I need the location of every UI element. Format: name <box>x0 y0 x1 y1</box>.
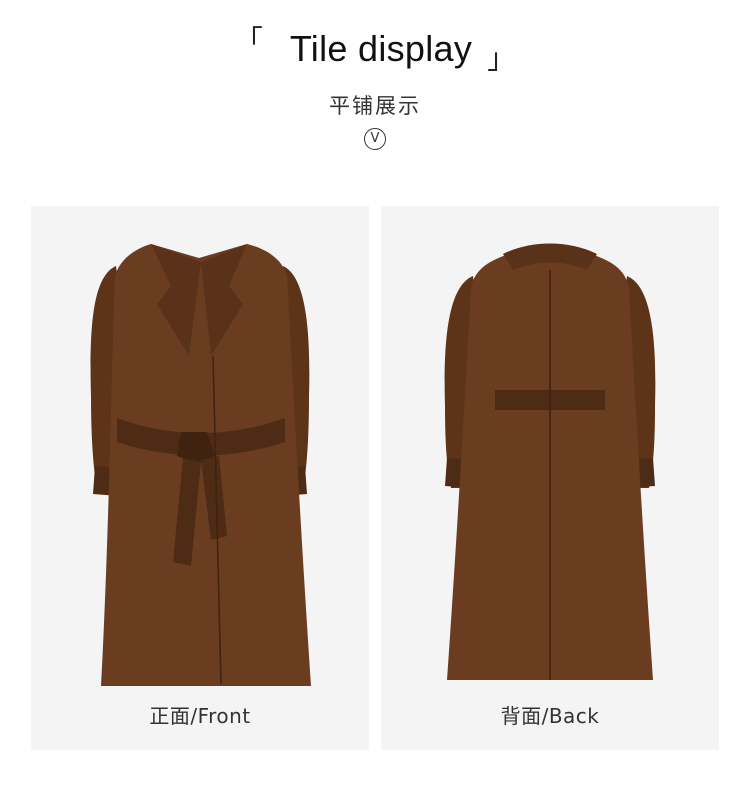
back-view-panel: 背面/Back <box>381 206 719 750</box>
section-subtitle: 平铺展示 <box>329 94 421 118</box>
back-caption: 背面/Back <box>500 704 600 728</box>
front-view-panel: 正面/Front <box>31 206 369 750</box>
chevron-down-icon: V <box>364 128 386 150</box>
title-text: Tile display <box>289 28 473 69</box>
section-title: 「 Tile display 」 <box>0 24 750 88</box>
close-bracket: 」 <box>487 42 516 75</box>
front-caption: 正面/Front <box>149 704 251 728</box>
coat-back-image <box>444 243 656 680</box>
open-bracket: 「 <box>234 24 263 57</box>
coat-front-image <box>90 244 311 686</box>
product-detail-page: 「 Tile display 」 平铺展示 V 正面/Front 背面/Back <box>0 0 750 800</box>
